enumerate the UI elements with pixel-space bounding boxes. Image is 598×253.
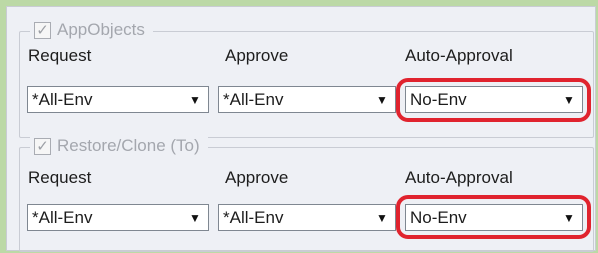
- chevron-down-icon[interactable]: ▼: [186, 209, 204, 227]
- restore-clone-auto-approval-select[interactable]: No-Env ▼: [405, 204, 583, 231]
- restore-clone-request-value: *All-Env: [32, 208, 93, 227]
- restore-clone-approve-label: Approve: [225, 168, 289, 187]
- restore-clone-title: Restore/Clone (To): [57, 136, 200, 155]
- appobjects-auto-approval-label: Auto-Approval: [405, 46, 513, 65]
- settings-panel: ✓ AppObjects Request Approve Auto-Approv…: [6, 6, 596, 252]
- appobjects-legend: ✓ AppObjects: [30, 20, 153, 40]
- restore-clone-group: ✓ Restore/Clone (To): [19, 136, 594, 252]
- chevron-down-icon[interactable]: ▼: [373, 209, 391, 227]
- appobjects-request-label: Request: [28, 46, 92, 65]
- appobjects-approve-select[interactable]: *All-Env ▼: [218, 86, 396, 113]
- restore-clone-request-label: Request: [28, 168, 92, 187]
- restore-clone-auto-approval-value: No-Env: [410, 208, 467, 227]
- restore-clone-approve-select[interactable]: *All-Env ▼: [218, 204, 396, 231]
- restore-clone-auto-approval-label: Auto-Approval: [405, 168, 513, 187]
- chevron-down-icon[interactable]: ▼: [560, 209, 578, 227]
- appobjects-checkbox[interactable]: ✓: [34, 21, 51, 39]
- restore-clone-request-select[interactable]: *All-Env ▼: [27, 204, 209, 231]
- restore-clone-checkbox[interactable]: ✓: [34, 137, 51, 155]
- chevron-down-icon[interactable]: ▼: [186, 91, 204, 109]
- appobjects-auto-approval-value: No-Env: [410, 90, 467, 109]
- chevron-down-icon[interactable]: ▼: [560, 91, 578, 109]
- chevron-down-icon[interactable]: ▼: [373, 91, 391, 109]
- restore-clone-approve-value: *All-Env: [223, 208, 284, 227]
- appobjects-auto-approval-select[interactable]: No-Env ▼: [405, 86, 583, 113]
- appobjects-request-value: *All-Env: [32, 90, 93, 109]
- restore-clone-legend: ✓ Restore/Clone (To): [30, 136, 208, 156]
- appobjects-title: AppObjects: [57, 20, 145, 39]
- appobjects-approve-value: *All-Env: [223, 90, 284, 109]
- appobjects-request-select[interactable]: *All-Env ▼: [27, 86, 209, 113]
- appobjects-approve-label: Approve: [225, 46, 289, 65]
